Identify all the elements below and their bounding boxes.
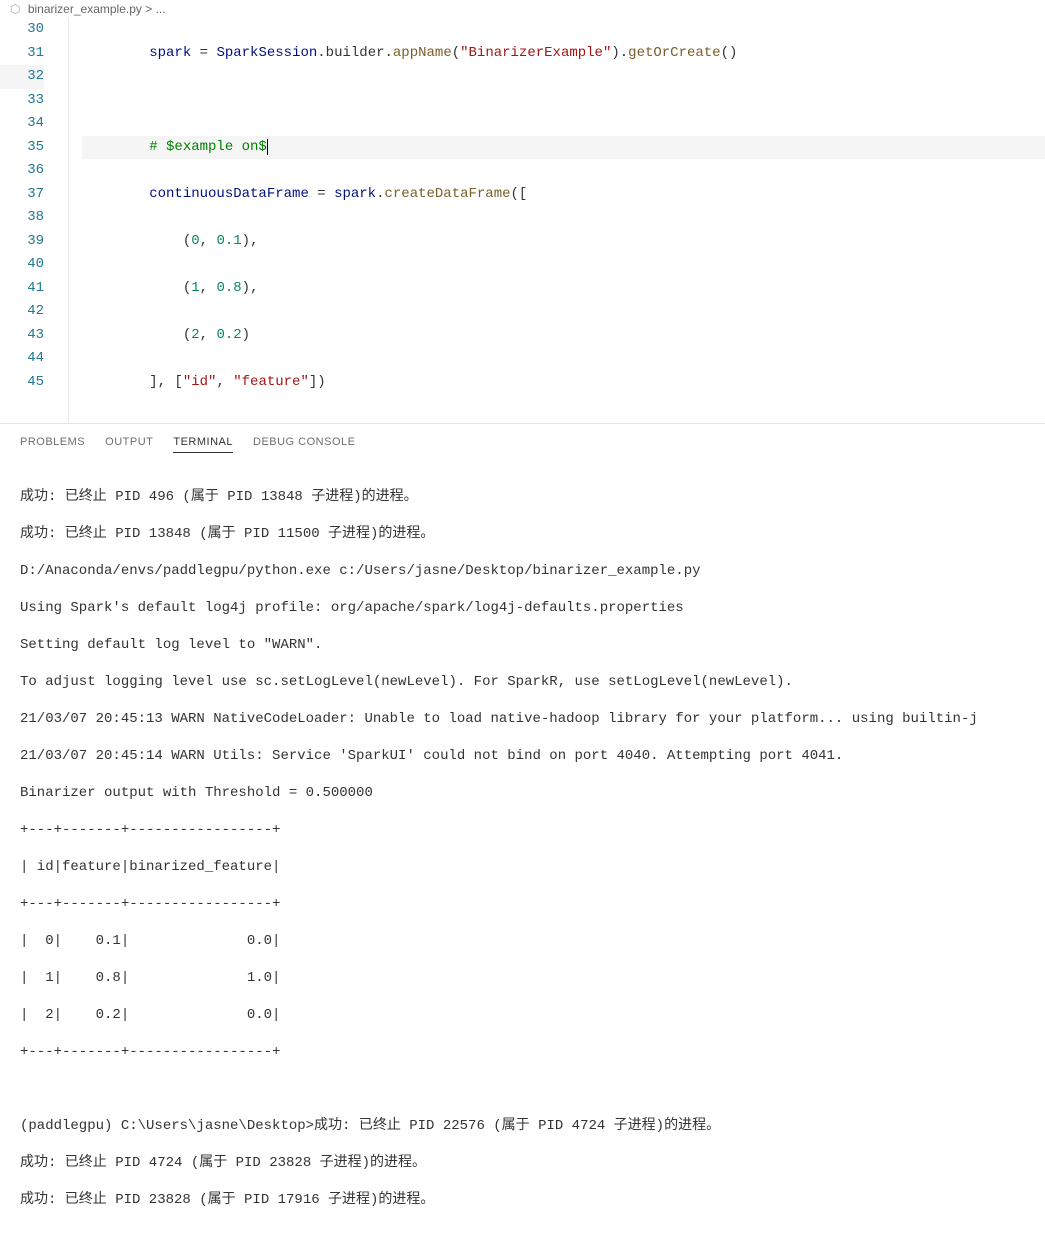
terminal-line: +---+-------+-----------------+ <box>20 895 1025 914</box>
terminal-line: (paddlegpu) C:\Users\jasne\Desktop>成功: 已… <box>20 1117 1025 1136</box>
tab-debug-console[interactable]: DEBUG CONSOLE <box>253 432 355 453</box>
tab-problems[interactable]: PROBLEMS <box>20 432 85 453</box>
terminal-line: 21/03/07 20:45:13 WARN NativeCodeLoader:… <box>20 710 1025 729</box>
breadcrumb[interactable]: ⬡ binarizer_example.py > ... <box>0 0 1045 18</box>
terminal-line: Using Spark's default log4j profile: org… <box>20 599 1025 618</box>
terminal-line: | 2| 0.2| 0.0| <box>20 1006 1025 1025</box>
terminal-line: To adjust logging level use sc.setLogLev… <box>20 673 1025 692</box>
terminal-line: 成功: 已终止 PID 13848 (属于 PID 11500 子进程)的进程。 <box>20 525 1025 544</box>
terminal-line: | id|feature|binarized_feature| <box>20 858 1025 877</box>
terminal-line: +---+-------+-----------------+ <box>20 1043 1025 1062</box>
terminal-line: 21/03/07 20:45:14 WARN Utils: Service 'S… <box>20 747 1025 766</box>
terminal-line: D:/Anaconda/envs/paddlegpu/python.exe c:… <box>20 562 1025 581</box>
terminal-line: Binarizer output with Threshold = 0.5000… <box>20 784 1025 803</box>
panel-tabs: PROBLEMS OUTPUT TERMINAL DEBUG CONSOLE <box>0 423 1045 461</box>
terminal-line: 成功: 已终止 PID 4724 (属于 PID 23828 子进程)的进程。 <box>20 1154 1025 1173</box>
line-number-gutter: 30 31 32 33 34 35 36 37 38 39 40 41 42 4… <box>0 18 62 423</box>
terminal-line: 成功: 已终止 PID 23828 (属于 PID 17916 子进程)的进程。 <box>20 1191 1025 1210</box>
terminal-line: | 0| 0.1| 0.0| <box>20 932 1025 951</box>
terminal-line: | 1| 0.8| 1.0| <box>20 969 1025 988</box>
terminal-line: +---+-------+-----------------+ <box>20 821 1025 840</box>
terminal-panel[interactable]: 成功: 已终止 PID 496 (属于 PID 13848 子进程)的进程。 成… <box>0 461 1045 1236</box>
tab-output[interactable]: OUTPUT <box>105 432 153 453</box>
fold-gutter <box>62 18 80 423</box>
terminal-line: 成功: 已终止 PID 496 (属于 PID 13848 子进程)的进程。 <box>20 488 1025 507</box>
file-icon: ⬡ <box>10 2 20 16</box>
code-editor[interactable]: 30 31 32 33 34 35 36 37 38 39 40 41 42 4… <box>0 18 1045 423</box>
tab-terminal[interactable]: TERMINAL <box>173 432 233 453</box>
terminal-line: Setting default log level to "WARN". <box>20 636 1025 655</box>
code-content[interactable]: spark = SparkSession.builder.appName("Bi… <box>80 18 1045 423</box>
breadcrumb-file: binarizer_example.py > ... <box>28 2 166 16</box>
